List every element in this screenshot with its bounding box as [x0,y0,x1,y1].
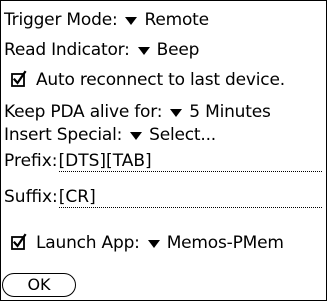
settings-panel: Trigger Mode: Remote Read Indicator: Bee… [0,0,327,301]
launch-app-value: Memos-PMem [166,233,284,253]
insert-special-dropdown[interactable]: Select... [130,125,216,145]
launch-app-label: Launch App: [36,233,140,253]
ok-button[interactable]: OK [2,273,76,297]
trigger-mode-label: Trigger Mode: [4,10,118,30]
auto-reconnect-label: Auto reconnect to last device. [36,70,285,90]
prefix-row: Prefix: [DTS][TAB] [4,148,322,174]
triangle-down-icon [125,17,138,25]
launch-app-dropdown[interactable]: Memos-PMem [147,233,284,253]
prefix-label: Prefix: [4,151,58,171]
prefix-field[interactable]: [DTS][TAB] [58,151,322,172]
triangle-down-icon [170,109,183,117]
keep-alive-dropdown[interactable]: 5 Minutes [170,102,271,122]
launch-app-row: Launch App: Memos-PMem [4,230,284,256]
checkbox-checked-icon[interactable] [11,70,27,87]
insert-special-value: Select... [149,125,217,145]
auto-reconnect-row[interactable]: Auto reconnect to last device. [4,67,285,93]
insert-special-row: Insert Special: Select... [4,122,216,148]
checkbox-checked-icon[interactable] [11,233,27,250]
trigger-mode-row: Trigger Mode: Remote [4,7,209,33]
suffix-row: Suffix: [CR] [4,184,322,210]
read-indicator-value: Beep [156,40,200,60]
insert-special-label: Insert Special: [4,125,123,145]
triangle-down-icon [130,132,143,140]
trigger-mode-value: Remote [144,10,209,30]
read-indicator-label: Read Indicator: [4,40,130,60]
keep-alive-value: 5 Minutes [189,102,271,122]
suffix-field[interactable]: [CR] [58,187,322,208]
triangle-down-icon [147,240,160,248]
triangle-down-icon [137,47,150,55]
keep-alive-label: Keep PDA alive for: [4,102,163,122]
read-indicator-row: Read Indicator: Beep [4,37,199,63]
read-indicator-dropdown[interactable]: Beep [137,40,200,60]
suffix-label: Suffix: [4,187,58,207]
trigger-mode-dropdown[interactable]: Remote [125,10,209,30]
